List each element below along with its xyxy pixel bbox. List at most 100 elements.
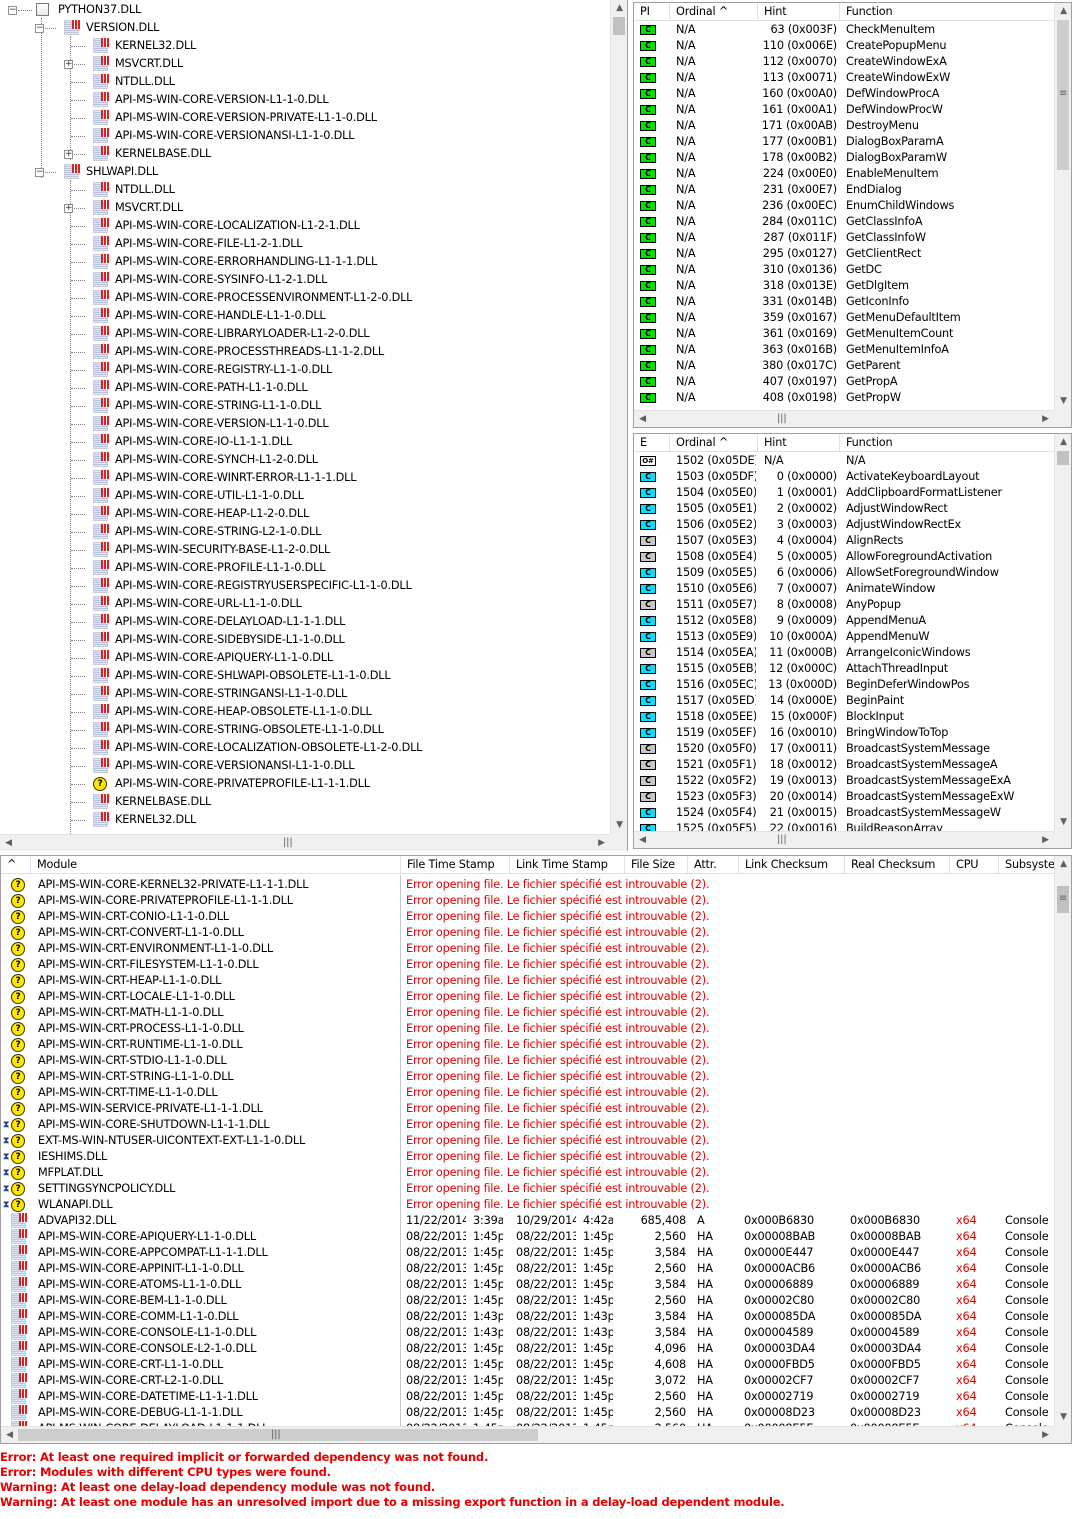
scrollbar-thumb[interactable] [1057,451,1069,465]
collapse-icon[interactable]: − [8,6,17,15]
column-header[interactable]: Real Checksum [845,856,950,874]
scroll-up-arrow-icon[interactable]: ▲ [1055,856,1071,873]
tree-node-label[interactable]: API-MS-WIN-CORE-PROCESSTHREADS-L1-1-2.DL… [115,344,384,360]
column-header[interactable]: Ordinal ^ [670,434,758,452]
table-row[interactable]: API-MS-WIN-CORE-COMM-L1-1-0.DLL 08/22/201… [1,1309,1054,1325]
table-row[interactable]: C N/A 287 (0x011F) GetClassInfoW [634,230,1054,246]
table-row[interactable]: API-MS-WIN-CORE-CRT-L1-1-0.DLL 08/22/2013… [1,1357,1054,1373]
tree-node-label[interactable]: API-MS-WIN-CORE-VERSION-L1-1-0.DLL [115,92,329,108]
table-row[interactable]: C 1513 (0x05E9) 10 (0x000A) AppendMenuW [634,629,1054,645]
table-row[interactable]: C N/A 359 (0x0167) GetMenuDefaultItem [634,310,1054,326]
table-row[interactable]: C N/A 110 (0x006E) CreatePopupMenu [634,38,1054,54]
table-row[interactable]: ⧗? IESHIMS.DLL Error opening file. Le fich… [1,1149,1054,1165]
table-row[interactable]: C N/A 112 (0x0070) CreateWindowExA [634,54,1054,70]
column-header[interactable]: Function [840,3,1056,21]
expand-icon[interactable]: + [64,204,73,213]
table-row[interactable]: C N/A 408 (0x0198) GetPropW [634,390,1054,406]
tree-node-label[interactable]: VERSION.DLL [86,20,159,36]
table-row[interactable]: ? API-MS-WIN-CRT-MATH-L1-1-0.DLL Error ope… [1,1005,1054,1021]
column-header[interactable]: Hint [758,3,840,21]
tree-node-label[interactable]: API-MS-WIN-CORE-SYNCH-L1-2-0.DLL [115,452,318,468]
table-row[interactable]: API-MS-WIN-CORE-DEBUG-L1-1-1.DLL 08/22/20… [1,1405,1054,1421]
table-row[interactable]: API-MS-WIN-CORE-DATETIME-L1-1-1.DLL 08/22… [1,1389,1054,1405]
table-row[interactable]: C 1504 (0x05E0) 1 (0x0001) AddClipboardForm… [634,485,1054,501]
table-row[interactable]: C N/A 318 (0x013E) GetDlgItem [634,278,1054,294]
tree-node-label[interactable]: API-MS-WIN-CORE-APIQUERY-L1-1-0.DLL [115,650,333,666]
tree-root-label[interactable]: PYTHON37.DLL [58,2,141,18]
table-row[interactable]: C N/A 171 (0x00AB) DestroyMenu [634,118,1054,134]
table-row[interactable]: C 1522 (0x05F2) 19 (0x0013) BroadcastSystem… [634,773,1054,789]
scroll-left-arrow-icon[interactable]: ◀ [634,411,651,427]
tree-node-label[interactable]: API-MS-WIN-CORE-SIDEBYSIDE-L1-1-0.DLL [115,632,345,648]
tree-node-label[interactable]: KERNEL32.DLL [115,812,196,828]
table-row[interactable]: C 1517 (0x05ED) 14 (0x000E) BeginPaint [634,693,1054,709]
scroll-down-arrow-icon[interactable]: ▼ [1055,814,1071,831]
table-row[interactable]: C 1512 (0x05E8) 9 (0x0009) AppendMenuA [634,613,1054,629]
expand-icon[interactable]: + [64,60,73,69]
tree-node-label[interactable]: API-MS-WIN-CORE-HANDLE-L1-1-0.DLL [115,308,326,324]
tree-horizontal-scrollbar[interactable]: ◀ ||| ▶ [0,834,610,851]
table-row[interactable]: C 1510 (0x05E6) 7 (0x0007) AnimateWindow [634,581,1054,597]
table-row[interactable]: API-MS-WIN-CORE-APIQUERY-L1-1-0.DLL 08/22… [1,1229,1054,1245]
table-row[interactable]: C N/A 407 (0x0197) GetPropA [634,374,1054,390]
table-row[interactable]: C N/A 295 (0x0127) GetClientRect [634,246,1054,262]
scrollbar-thumb[interactable] [613,17,625,35]
table-row[interactable]: C N/A 224 (0x00E0) EnableMenuItem [634,166,1054,182]
tree-node-label[interactable]: API-MS-WIN-CORE-LOCALIZATION-OBSOLETE-L1… [115,740,422,756]
imports-horizontal-scrollbar[interactable]: ◀ ||| ▶ [634,410,1054,427]
tree-node-label[interactable]: API-MS-WIN-CORE-VERSION-PRIVATE-L1-1-0.D… [115,110,377,126]
table-row[interactable]: ⧗? SETTINGSYNCPOLICY.DLL Error opening fil… [1,1181,1054,1197]
tree-node-label[interactable]: API-MS-WIN-CORE-DELAYLOAD-L1-1-1.DLL [115,614,345,630]
scroll-right-arrow-icon[interactable]: ▶ [593,835,610,851]
tree-node-label[interactable]: NTDLL.DLL [115,74,175,90]
tree-node-label[interactable]: API-MS-WIN-CORE-HEAP-OBSOLETE-L1-1-0.DLL [115,704,372,720]
tree-node-label[interactable]: API-MS-WIN-CORE-SHLWAPI-OBSOLETE-L1-1-0.… [115,668,391,684]
module-list-pane[interactable]: ^ Module File Time Stamp Link Time Stamp Fil… [0,855,1072,1444]
table-row[interactable]: C N/A 113 (0x0071) CreateWindowExW [634,70,1054,86]
column-header[interactable]: CPU [950,856,999,874]
modules-vertical-scrollbar[interactable]: ▲ ≡ ▼ [1054,856,1071,1426]
tree-node-label[interactable]: API-MS-WIN-CORE-HEAP-L1-2-0.DLL [115,506,309,522]
table-row[interactable]: ? API-MS-WIN-CRT-FILESYSTEM-L1-1-0.DLL Err… [1,957,1054,973]
column-header[interactable]: Hint [758,434,840,452]
tree-node-label[interactable]: API-MS-WIN-CORE-VERSIONANSI-L1-1-0.DLL [115,758,355,774]
scroll-left-arrow-icon[interactable]: ◀ [634,832,651,848]
table-row[interactable]: C N/A 160 (0x00A0) DefWindowProcA [634,86,1054,102]
tree-node-label[interactable]: API-MS-WIN-CORE-WINRT-ERROR-L1-1-1.DLL [115,470,357,486]
tree-node-label[interactable]: API-MS-WIN-CORE-PROCESSENVIRONMENT-L1-2-… [115,290,412,306]
table-row[interactable]: ADVAPI32.DLL 11/22/2014 3:39a 10/29/2014 4:4… [1,1213,1054,1229]
table-row[interactable]: C 1506 (0x05E2) 3 (0x0003) AdjustWindowRect… [634,517,1054,533]
table-row[interactable]: C N/A 63 (0x003F) CheckMenuItem [634,22,1054,38]
table-row[interactable]: C 1525 (0x05F5) 22 (0x0016) BuildReasonArra… [634,821,1054,831]
table-row[interactable]: ? API-MS-WIN-CRT-STRING-L1-1-0.DLL Error o… [1,1069,1054,1085]
table-row[interactable]: ? API-MS-WIN-CRT-CONVERT-L1-1-0.DLL Error … [1,925,1054,941]
table-row[interactable]: C 1518 (0x05EE) 15 (0x000F) BlockInput [634,709,1054,725]
table-row[interactable]: C N/A 361 (0x0169) GetMenuItemCount [634,326,1054,342]
tree-node-label[interactable]: KERNELBASE.DLL [115,146,211,162]
scroll-right-arrow-icon[interactable]: ▶ [1037,1427,1054,1443]
table-row[interactable]: ⧗? API-MS-WIN-CORE-SHUTDOWN-L1-1-1.DLL Err… [1,1117,1054,1133]
parent-imports-pane[interactable]: PI Ordinal ^ Hint Function C N/A 63 (0x003F) C… [633,2,1072,428]
table-row[interactable]: ? API-MS-WIN-CRT-RUNTIME-L1-1-0.DLL Error … [1,1037,1054,1053]
table-row[interactable]: C N/A 310 (0x0136) GetDC [634,262,1054,278]
table-row[interactable]: C 1508 (0x05E4) 5 (0x0005) AllowForegroundA… [634,549,1054,565]
column-header[interactable]: Link Checksum [739,856,845,874]
table-row[interactable]: C 1519 (0x05EF) 16 (0x0010) BringWindowToTo… [634,725,1054,741]
table-row[interactable]: ? API-MS-WIN-CRT-ENVIRONMENT-L1-1-0.DLL Er… [1,941,1054,957]
collapse-icon[interactable]: − [35,168,44,177]
scroll-up-arrow-icon[interactable]: ▲ [1055,434,1071,451]
collapse-icon[interactable]: − [35,24,44,33]
tree-node-label[interactable]: API-MS-WIN-CORE-LIBRARYLOADER-L1-2-0.DLL [115,326,370,342]
column-header[interactable]: Subsystem [999,856,1059,874]
column-header[interactable]: Module [31,856,401,874]
tree-node-label[interactable]: API-MS-WIN-CORE-PRIVATEPROFILE-L1-1-1.DL… [115,776,370,792]
exports-horizontal-scrollbar[interactable]: ◀ ||| ▶ [634,831,1054,848]
table-row[interactable]: C 1524 (0x05F4) 21 (0x0015) BroadcastSystem… [634,805,1054,821]
scroll-left-arrow-icon[interactable]: ◀ [1,1427,18,1443]
tree-node-label[interactable]: MSVCRT.DLL [115,200,183,216]
table-row[interactable]: C N/A 177 (0x00B1) DialogBoxParamA [634,134,1054,150]
tree-node-label[interactable]: API-MS-WIN-CORE-STRING-OBSOLETE-L1-1-0.D… [115,722,384,738]
column-header[interactable]: File Size [625,856,688,874]
scroll-down-arrow-icon[interactable]: ▼ [1055,393,1071,410]
tree-node-label[interactable]: API-MS-WIN-CORE-VERSION-L1-1-0.DLL [115,416,329,432]
